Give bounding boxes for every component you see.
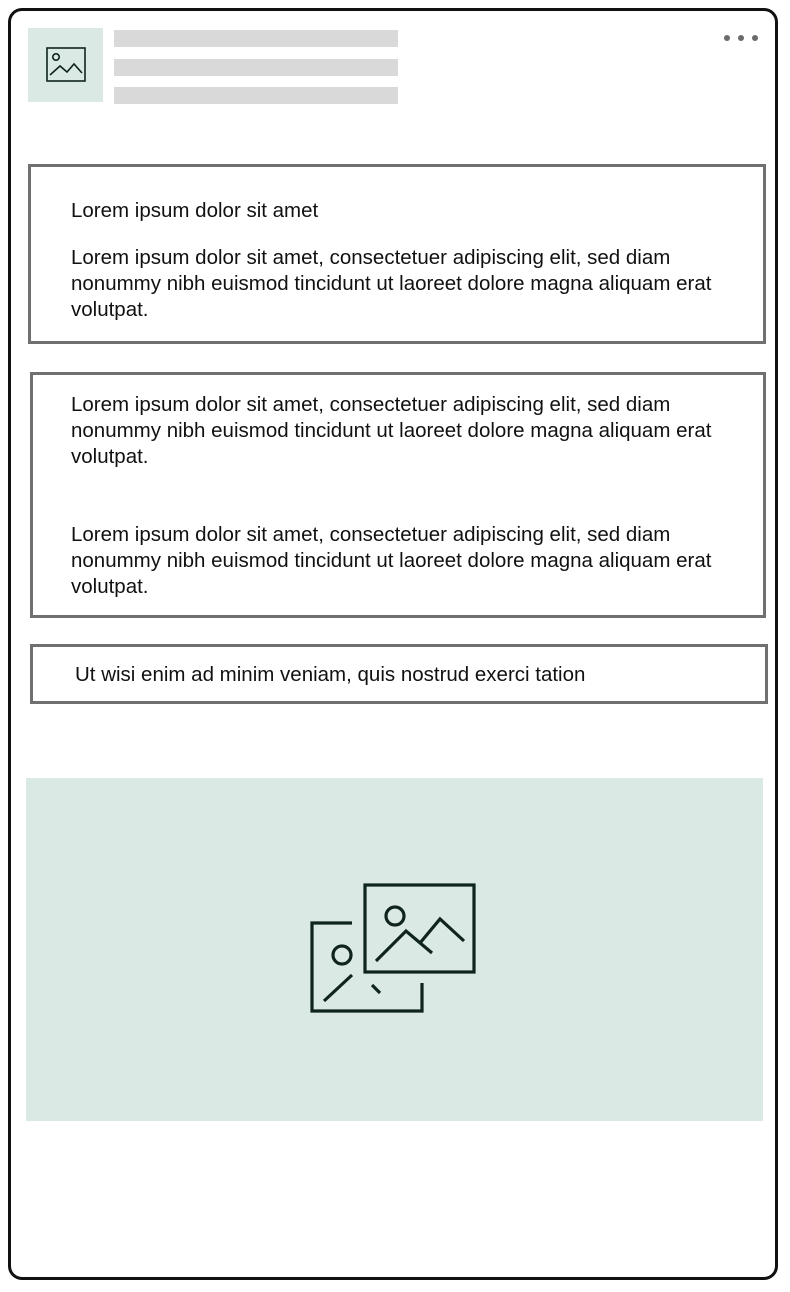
text-card-1: Lorem ipsum dolor sit amet Lorem ipsum d… xyxy=(28,164,766,344)
skeleton-line-3 xyxy=(114,87,398,104)
card-body: Lorem ipsum dolor sit amet, consectetuer… xyxy=(71,246,712,321)
card-single-line: Ut wisi enim ad minim veniam, quis nostr… xyxy=(75,663,586,686)
card-paragraph-1: Lorem ipsum dolor sit amet, consectetuer… xyxy=(71,393,712,468)
card-title: Lorem ipsum dolor sit amet xyxy=(71,199,319,222)
more-dot-icon xyxy=(724,35,730,41)
more-dot-icon xyxy=(738,35,744,41)
skeleton-line-2 xyxy=(114,59,398,76)
text-card-2: Lorem ipsum dolor sit amet, consectetuer… xyxy=(30,372,766,618)
text-card-3: Ut wisi enim ad minim veniam, quis nostr… xyxy=(30,644,768,704)
images-placeholder-icon xyxy=(309,882,476,1013)
image-placeholder-icon xyxy=(45,47,86,82)
more-dot-icon xyxy=(752,35,758,41)
media-placeholder xyxy=(26,778,763,1121)
card-paragraph-2: Lorem ipsum dolor sit amet, consectetuer… xyxy=(71,523,712,598)
more-options-button[interactable] xyxy=(724,30,758,46)
skeleton-line-1 xyxy=(114,30,398,47)
avatar xyxy=(28,28,103,102)
